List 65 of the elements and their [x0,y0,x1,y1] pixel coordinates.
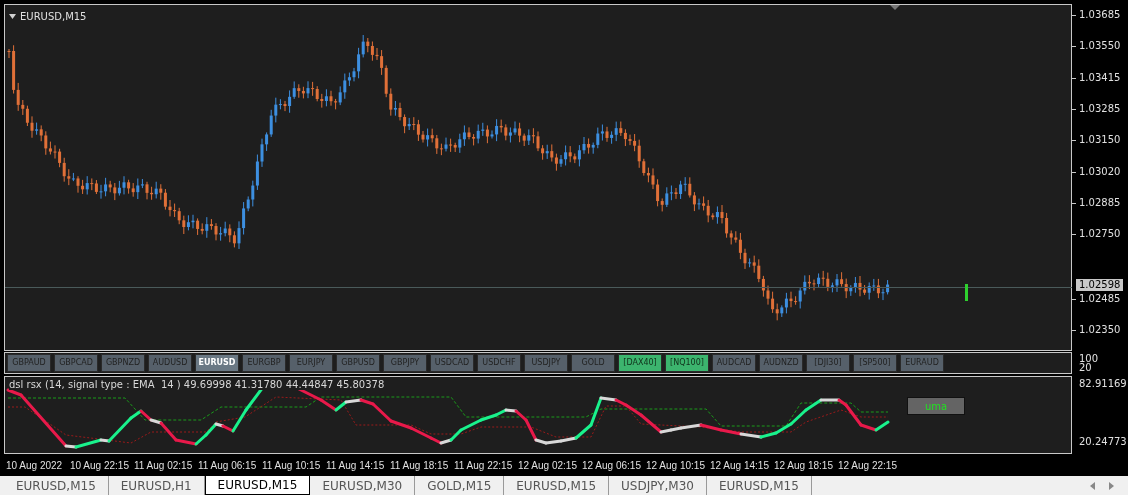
scroll-left-icon[interactable] [1090,481,1095,490]
chart-tab[interactable]: GOLD,M15 [415,476,505,495]
time-label: 11 Aug 06:15 [198,459,258,471]
symbol-button[interactable]: USDCAD [430,353,474,372]
scroll-right-icon[interactable] [1109,481,1114,490]
symbol-button[interactable]: AUDUSD [148,353,192,372]
price-label: 1.03020 [1072,165,1121,178]
price-label: 1.03550 [1072,40,1121,53]
symbol-button[interactable]: EURUSD [195,353,239,372]
symbol-button[interactable]: USDCHF [477,353,521,372]
price-label: 1.03285 [1072,102,1121,115]
uma-button[interactable]: uma [907,397,965,416]
caret-icon[interactable] [9,14,16,19]
time-label: 11 Aug 10:15 [262,459,322,471]
symbol-button[interactable]: EURGBP [242,353,286,372]
symbol-button[interactable]: GBPUSD [336,353,380,372]
symbol-button[interactable]: EURAUD [900,353,944,372]
chart-tab[interactable]: EURUSD,H1 [108,476,205,495]
chart-tab[interactable]: EURUSD,M15 [707,476,812,495]
symbol-button[interactable]: AUDCAD [712,353,756,372]
price-label: 1.02750 [1072,228,1121,241]
price-label: 1.02485 [1072,292,1121,305]
chart-tab[interactable]: EURUSD,M15 [4,476,109,495]
current-price-label: 1.02598 [1076,279,1124,291]
time-label: 12 Aug 14:15 [710,459,770,471]
symbol-button[interactable]: [NQ100] [665,353,709,372]
symbol-button[interactable]: GBPJPY [383,353,427,372]
price-label: 1.03415 [1072,71,1121,84]
price-label: 1.03685 [1072,9,1121,21]
chart-tab[interactable]: EURUSD,M15 [204,476,311,495]
chart-tab[interactable]: EURUSD,M15 [504,476,610,495]
symbol-button[interactable]: [SP500] [853,353,897,372]
time-label: 10 Aug 2022 [6,459,64,471]
indicator-label: dsl rsx (14, signal type : EMA 14 ) 49.69998 41.31780 44.44847 45.80378 [9,379,387,391]
shift-marker-icon[interactable] [890,5,900,10]
symbol-button[interactable]: GOLD [571,353,615,372]
time-label: 11 Aug 14:15 [326,459,386,471]
time-label: 10 Aug 22:15 [70,459,130,471]
symbol-button[interactable]: GBPCAD [54,353,98,372]
time-label: 12 Aug 06:15 [582,459,642,471]
time-label: 12 Aug 02:15 [518,459,578,471]
chart-tab[interactable]: EURUSD,M30 [310,476,416,495]
level-label: 100 [1079,353,1100,363]
symbol-button[interactable]: [DJI30] [806,353,850,372]
symbol-button[interactable]: [DAX40] [618,353,662,372]
time-label: 11 Aug 22:15 [454,459,514,471]
bar-marker [965,284,968,301]
symbol-button[interactable]: GBPAUD [7,353,51,372]
indicator-min-label: 20.24773 [1079,436,1127,448]
chart-tab[interactable]: USDJPY,M30 [609,476,707,495]
price-label: 1.02350 [1072,324,1121,336]
time-label: 11 Aug 18:15 [390,459,450,471]
time-label: 12 Aug 22:15 [838,459,898,471]
time-label: 12 Aug 18:15 [774,459,834,471]
time-label: 12 Aug 10:15 [646,459,706,471]
price-label: 1.02885 [1072,196,1121,209]
time-label: 11 Aug 02:15 [134,459,194,471]
price-label: 1.03150 [1072,134,1121,147]
symbol-button[interactable]: EURJPY [289,353,333,372]
symbol-button[interactable]: USDJPY [524,353,568,372]
symbol-button[interactable]: AUDNZD [759,353,803,372]
symbol-button[interactable]: GBPNZD [101,353,145,372]
chart-title: EURUSD,M15 [20,11,87,22]
level-label: 20 [1079,362,1092,372]
indicator-max-label: 82.91169 [1079,378,1127,390]
